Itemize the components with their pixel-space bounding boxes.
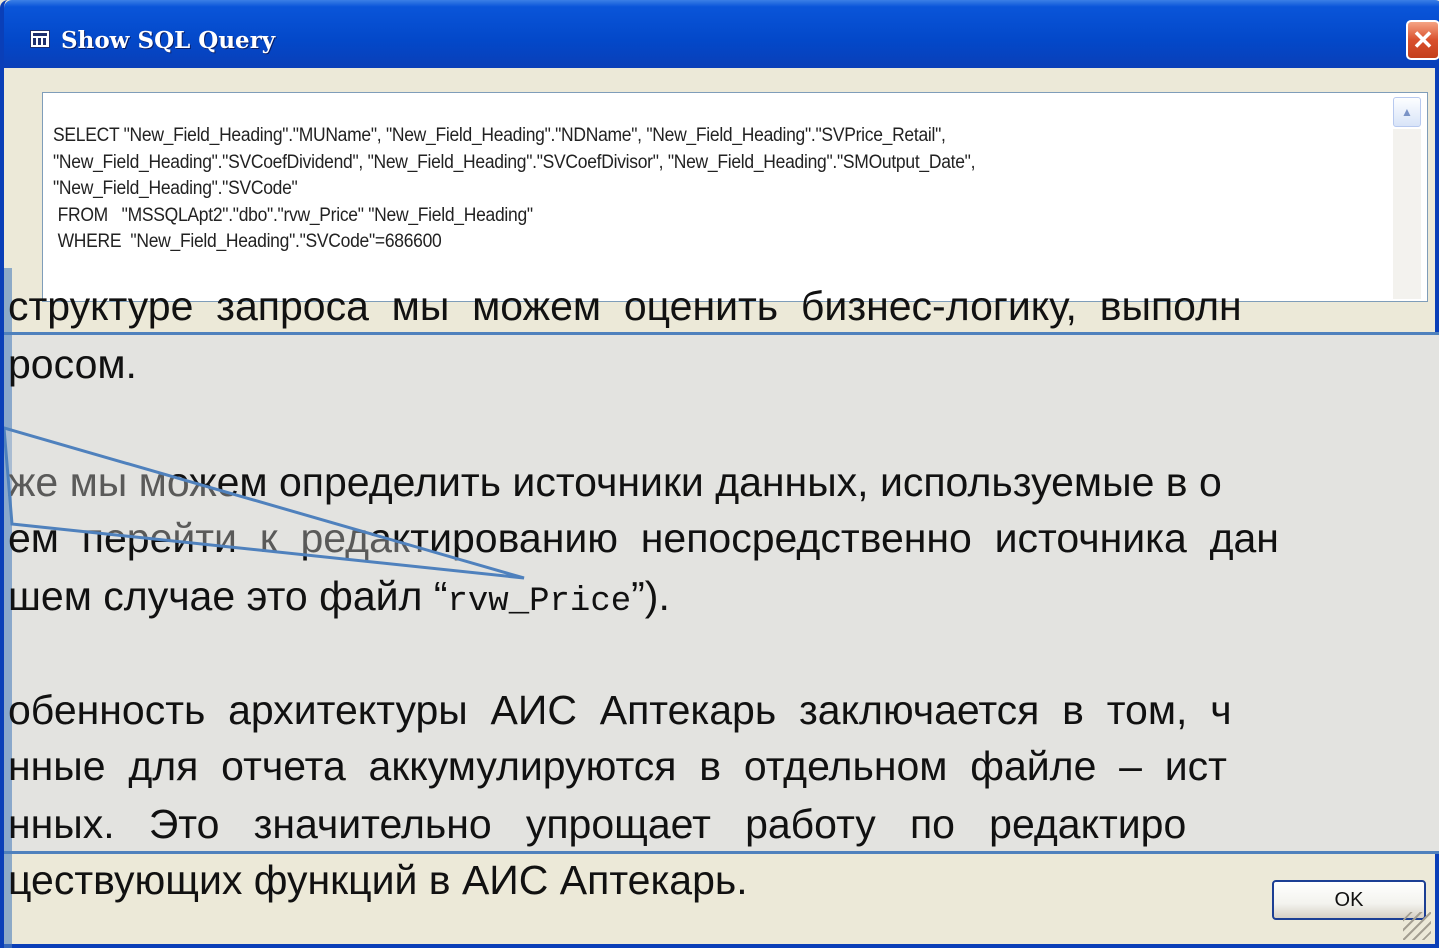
slide-text-line: же мы можем определить источники данных,… [8, 459, 1222, 505]
sql-query-dialog: Show SQL Query ✕ SELECT "New_Field_Headi… [0, 0, 1439, 948]
slide-text-line: нных. Это значительно упрощает работу по… [8, 801, 1187, 847]
source-file-name: rvw_Price [447, 583, 632, 621]
vertical-scrollbar[interactable] [1393, 129, 1421, 299]
resize-grip-icon[interactable] [1403, 912, 1431, 940]
slide-text-suffix: ”). [631, 573, 670, 619]
slide-text-line: шем случае это файл “rvw_Price”). [8, 572, 670, 626]
sql-line: SELECT "New_Field_Heading"."MUName", "Ne… [53, 125, 946, 146]
sql-text-area[interactable]: SELECT "New_Field_Heading"."MUName", "Ne… [42, 92, 1428, 302]
slide-text-prefix: шем случае это файл “ [8, 573, 448, 619]
window-title: Show SQL Query [61, 27, 276, 54]
slide-text-line: ем перейти к редактированию непосредстве… [8, 515, 1279, 561]
sql-line: "New_Field_Heading"."SVCode" [53, 178, 298, 199]
window-icon [30, 30, 50, 48]
sql-query-text: SELECT "New_Field_Heading"."MUName", "Ne… [53, 123, 1267, 256]
slide-text-line: структуре запроса мы можем оценить бизне… [8, 283, 1242, 329]
slide-text-line: росом. [8, 341, 137, 387]
sql-line: "New_Field_Heading"."SVCoefDividend", "N… [53, 151, 976, 173]
slide-text-line: цествующих функций в АИС Аптекарь. [8, 857, 748, 903]
slide-text-line: обенность архитектуры АИС Аптекарь заклю… [8, 687, 1232, 733]
sql-line: WHERE "New_Field_Heading"."SVCode"=68660… [53, 231, 442, 252]
title-bar[interactable]: Show SQL Query ✕ [4, 0, 1439, 68]
slide-text-line: нные для отчета аккумулируются в отдельн… [8, 743, 1227, 789]
sql-line: FROM "MSSQLApt2"."dbo"."rvw_Price" "New_… [53, 204, 534, 226]
close-button[interactable]: ✕ [1406, 20, 1439, 60]
scroll-up-button[interactable]: ▲ [1393, 97, 1421, 127]
